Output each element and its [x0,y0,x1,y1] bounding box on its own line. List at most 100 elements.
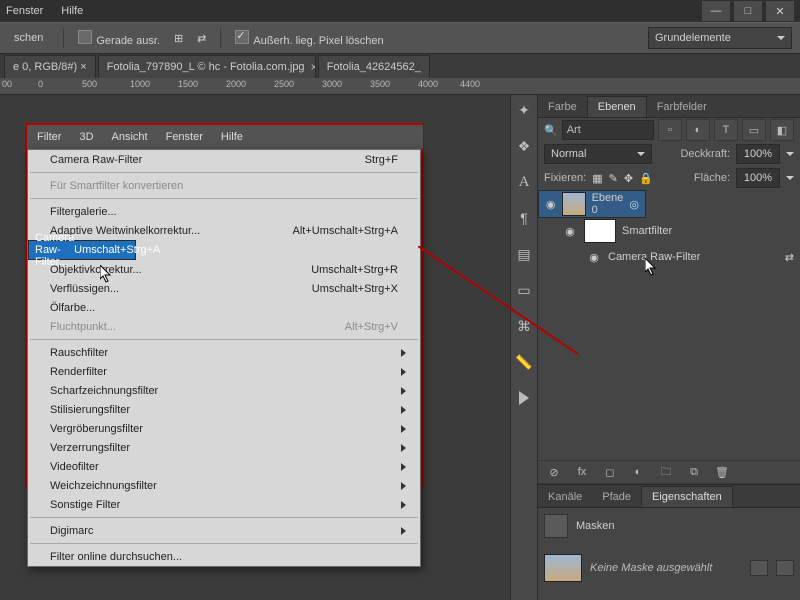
menu-filter[interactable]: Filter [37,131,61,143]
filter-type-icon[interactable]: T [714,119,738,141]
mi-camera-raw[interactable]: Camera Raw-Filter...Umschalt+Strg+A [28,240,136,260]
mi-verfluessigen[interactable]: Verflüssigen...Umschalt+Strg+X [28,279,420,298]
trash-icon[interactable]: 🗑 [712,466,732,479]
pixel-delete-checkbox[interactable] [235,30,249,44]
mi-stilisierung[interactable]: Stilisierungsfilter [28,400,420,419]
lock-label: Fixieren: [544,172,586,184]
pixel-delete-label: Außerh. lieg. Pixel löschen [253,35,383,47]
opacity-input[interactable]: 100% [736,144,780,164]
search-icon: 🔍 [544,124,558,137]
mask-type-icon[interactable] [544,514,568,538]
mi-verzerrung[interactable]: Verzerrungsfilter [28,438,420,457]
smart-badge-icon: ◎ [629,198,639,211]
filter-image-icon[interactable]: ▫ [658,119,682,141]
secondary-menubar: Filter 3D Ansicht Fenster Hilfe [27,125,423,149]
mi-sonstige[interactable]: Sonstige Filter [28,495,420,514]
top-menu-hilfe[interactable]: Hilfe [61,5,83,17]
close-icon[interactable]: × [311,60,316,74]
filter-shape-icon[interactable]: ▭ [742,119,766,141]
play-icon[interactable] [515,389,533,407]
mi-camera-raw-last[interactable]: Camera Raw-FilterStrg+F [28,150,420,169]
mi-weichzeichnung[interactable]: Weichzeichnungsfilter [28,476,420,495]
grid-icon[interactable]: ⊞ [174,32,183,45]
close-button[interactable]: ✕ [766,1,794,21]
mi-oelfarbe[interactable]: Ölfarbe... [28,298,420,317]
mi-rauschfilter[interactable]: Rauschfilter [28,343,420,362]
new-layer-icon[interactable]: ⧉ [684,466,704,479]
brush-icon[interactable]: ✦ [515,101,533,119]
menu-fenster[interactable]: Fenster [166,131,203,143]
lock-transparency-icon[interactable]: ▦ [592,172,602,185]
adjustment-icon[interactable]: ◐ [628,466,648,478]
menu-hilfe[interactable]: Hilfe [221,131,243,143]
tab-farbfelder[interactable]: Farbfelder [647,97,717,117]
maximize-button[interactable]: □ [734,1,762,21]
mask-thumbnail[interactable] [584,219,616,243]
tab-eigenschaften[interactable]: Eigenschaften [641,486,733,507]
layer-thumbnail[interactable] [562,192,585,216]
char-panel-icon[interactable]: A [515,173,533,191]
doc-tab-0[interactable]: e 0, RGB/8#) × [4,55,96,78]
pixel-mask-icon[interactable] [750,560,768,576]
minimize-button[interactable]: — [702,1,730,21]
horizontal-ruler: 00 0 500 1000 1500 2000 2500 3000 3500 4… [0,78,800,95]
nomask-label: Keine Maske ausgewählt [590,562,712,574]
mi-weitwinkel[interactable]: Adaptive Weitwinkelkorrektur...Alt+Umsch… [28,221,420,240]
fx-icon[interactable]: fx [572,466,592,478]
straighten-checkbox[interactable] [78,30,92,44]
filter-adjust-icon[interactable]: ◐ [686,119,710,141]
paragraph-icon[interactable]: ¶ [515,209,533,227]
layer-filter-dropdown[interactable]: Art [562,120,654,140]
red-connector-line [418,246,578,356]
straighten-label: Gerade ausr. [96,35,160,47]
blend-mode-dropdown[interactable]: Normal [544,144,652,164]
filter-smart-icon[interactable]: ◧ [770,119,794,141]
doc-tab-2[interactable]: Fotolia_42624562_ [318,55,430,78]
smartfilter-label: Smartfilter [622,225,672,237]
masken-label: Masken [576,520,615,532]
mi-vergroeberung[interactable]: Vergröberungsfilter [28,419,420,438]
blend-options-icon[interactable]: ⇄ [785,251,794,264]
chevron-down-icon[interactable] [786,152,794,156]
layer-smartfilter[interactable]: ◉ Smartfilter [538,218,800,244]
clone-icon[interactable]: ❖ [515,137,533,155]
tab-kanaele[interactable]: Kanäle [538,487,592,507]
opt-delete[interactable]: schen [8,30,49,46]
vector-mask-icon[interactable] [776,560,794,576]
group-icon[interactable]: 🗀 [656,463,676,482]
visibility-icon[interactable]: ◉ [586,251,602,264]
top-menu-fenster[interactable]: Fenster [6,5,43,17]
tab-farbe[interactable]: Farbe [538,97,587,117]
mi-videofilter[interactable]: Videofilter [28,457,420,476]
filter-dropdown-menu: Camera Raw-FilterStrg+F Für Smartfilter … [27,149,421,567]
mi-filtergalerie[interactable]: Filtergalerie... [28,202,420,221]
chevron-down-icon [777,36,785,40]
mi-digimarc[interactable]: Digimarc [28,521,420,540]
chevron-down-icon[interactable] [786,176,794,180]
lock-move-icon[interactable]: ✥ [624,172,633,185]
mi-fluchtpunkt: Fluchtpunkt...Alt+Strg+V [28,317,420,336]
link-icon[interactable]: ⊘ [544,466,564,479]
layer-ebene0[interactable]: ◉ Ebene 0 ◎ [538,190,646,218]
visibility-icon[interactable]: ◉ [562,225,578,238]
separator [63,28,64,48]
mi-scharfzeichnung[interactable]: Scharfzeichnungsfilter [28,381,420,400]
filter-entry-label[interactable]: Camera Raw-Filter [608,251,700,263]
tab-ebenen[interactable]: Ebenen [587,96,647,117]
visibility-icon[interactable]: ◉ [545,198,556,211]
tab-pfade[interactable]: Pfade [592,487,641,507]
fill-input[interactable]: 100% [736,168,780,188]
mi-renderfilter[interactable]: Renderfilter [28,362,420,381]
menu-3d[interactable]: 3D [79,131,93,143]
swap-icon[interactable]: ⇄ [197,32,206,45]
mi-smartfilter-convert: Für Smartfilter konvertieren [28,176,420,195]
lock-paint-icon[interactable]: ✎ [609,172,618,185]
mi-online[interactable]: Filter online durchsuchen... [28,547,420,566]
mask-icon[interactable]: ◻ [600,466,620,479]
layer-name[interactable]: Ebene 0 [592,192,624,216]
menu-ansicht[interactable]: Ansicht [112,131,148,143]
lock-all-icon[interactable]: 🔒 [639,172,653,185]
doc-tab-1[interactable]: Fotolia_797890_L © hc - Fotolia.com.jpg× [98,55,316,78]
workspace-dropdown[interactable]: Grundelemente [648,27,792,49]
mi-objektiv[interactable]: Objektivkorrektur...Umschalt+Strg+R [28,260,420,279]
